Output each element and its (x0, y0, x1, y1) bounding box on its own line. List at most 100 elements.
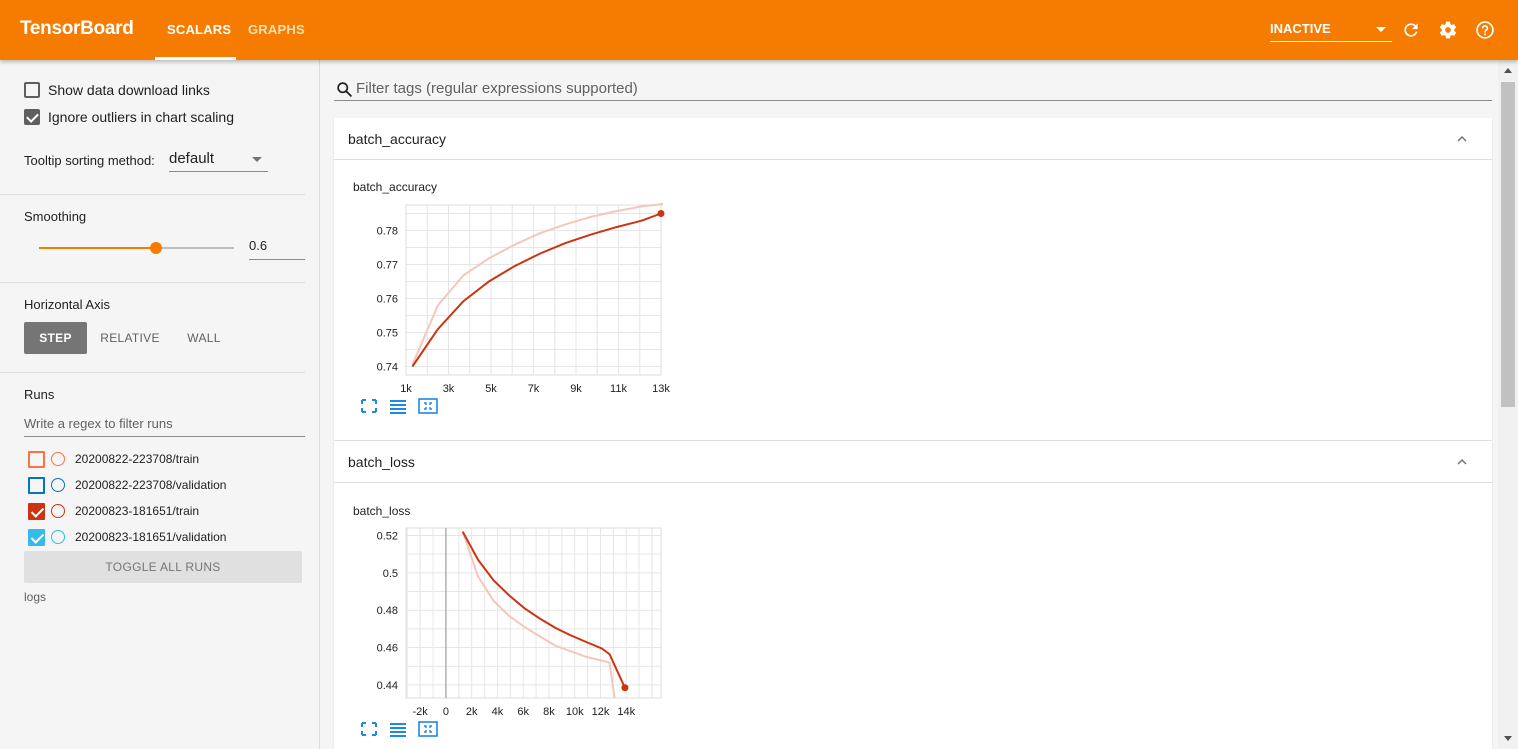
grid (405, 205, 662, 375)
run-checkbox[interactable] (28, 476, 45, 494)
x-tick-label: -2k (413, 706, 429, 718)
plot-border (405, 527, 662, 699)
run-color-swatch (51, 504, 65, 518)
x-tick-label: 10k (566, 706, 584, 718)
show-download-links-checkbox[interactable]: Show data download links (24, 82, 210, 98)
divider (0, 194, 305, 195)
sidebar: Show data download links Ignore outliers… (0, 60, 320, 749)
x-tick-label: 14k (617, 706, 635, 718)
fit-domain-icon[interactable] (418, 398, 438, 414)
x-tick-label: 4k (492, 706, 504, 718)
last-point-marker (621, 684, 629, 692)
axis-wall-button[interactable]: WALL (174, 322, 234, 354)
x-tick-label: 1k (400, 383, 412, 395)
toggle-log-scale-icon[interactable] (388, 398, 408, 414)
main-content: Filter tags (regular expressions support… (320, 60, 1498, 749)
inactive-dashboards-select[interactable]: INACTIVE (1270, 21, 1392, 42)
category-header-batch-loss[interactable]: batch_loss (334, 441, 1492, 483)
tag-filter-input[interactable]: Filter tags (regular expressions support… (334, 78, 1492, 101)
axis-relative-button[interactable]: RELATIVE (92, 322, 168, 354)
chart-title: batch_accuracy (353, 180, 438, 194)
chevron-up-icon[interactable] (1454, 131, 1470, 147)
scroll-up-arrow-icon[interactable] (1504, 68, 1512, 73)
x-tick-label: 3k (443, 383, 455, 395)
run-item[interactable]: 20200822-223708/validation (28, 476, 226, 494)
x-tick-label: 2k (466, 706, 478, 718)
scrollbar-thumb[interactable] (1501, 82, 1515, 407)
active-tab-indicator (155, 57, 236, 60)
series-line-raw (461, 531, 616, 699)
help-icon[interactable] (1475, 20, 1495, 40)
chart-card-batch-accuracy: batch_accuracy 0.74 0.75 0.76 0.77 0.78 1k 3k 5… (334, 160, 1492, 440)
y-tick-label: 0.78 (377, 226, 398, 238)
toggle-all-runs-button[interactable]: TOGGLE ALL RUNS (24, 551, 302, 583)
y-tick-label: 0.52 (377, 530, 398, 542)
run-item[interactable]: 20200823-181651/validation (28, 528, 226, 546)
y-tick-label: 0.76 (377, 294, 398, 306)
run-color-swatch (51, 452, 65, 466)
last-point-marker (657, 210, 665, 217)
chart-title: batch_loss (353, 504, 411, 518)
dropdown-arrow-icon (252, 157, 262, 162)
run-name: 20200823-181651/validation (75, 530, 227, 544)
batch-accuracy-chart[interactable]: 0.74 0.75 0.76 0.77 0.78 1k 3k 5k 7k 9k 11k 13k (354, 200, 674, 400)
run-checkbox[interactable] (28, 502, 45, 520)
y-tick-label: 0.46 (377, 643, 398, 655)
settings-icon[interactable] (1438, 20, 1458, 40)
toggle-log-scale-icon[interactable] (388, 721, 408, 737)
tooltip-sorting-value: default (169, 150, 215, 167)
axis-step-button[interactable]: STEP (24, 322, 87, 354)
tooltip-sorting-select[interactable]: default (169, 150, 268, 172)
category-title: batch_loss (348, 454, 415, 470)
run-item[interactable]: 20200823-181651/train (28, 502, 199, 520)
fit-domain-icon[interactable] (418, 721, 438, 737)
tab-graphs[interactable]: GRAPHS (248, 22, 305, 37)
batch-loss-chart[interactable]: 0.44 0.46 0.48 0.5 0.52 -2k 0 2k 4k 6k 8k 10k 12k 14k (354, 523, 674, 723)
y-tick-label: 0.5 (383, 568, 398, 580)
run-checkbox[interactable] (28, 528, 45, 546)
x-tick-label: 5k (485, 383, 497, 395)
run-color-swatch (51, 530, 65, 544)
tag-filter-placeholder: Filter tags (regular expressions support… (356, 80, 638, 97)
refresh-icon[interactable] (1401, 20, 1421, 40)
y-tick-label: 0.48 (377, 605, 398, 617)
x-tick-label: 12k (592, 706, 610, 718)
category-header-batch-accuracy[interactable]: batch_accuracy (334, 118, 1492, 160)
x-tick-label: 0 (443, 706, 449, 718)
smoothing-slider-fill (39, 247, 156, 249)
chart-card-batch-loss: batch_loss 0.44 0.46 0.48 0.5 0.52 -2k 0 2k 4k 6k… (334, 483, 1492, 749)
horizontal-axis-label: Horizontal Axis (24, 297, 110, 312)
smoothing-slider[interactable] (39, 242, 234, 254)
category-title: batch_accuracy (348, 131, 447, 147)
run-item[interactable]: 20200822-223708/train (28, 450, 199, 468)
x-tick-label: 9k (570, 383, 582, 395)
smoothing-slider-thumb[interactable] (150, 242, 162, 254)
runs-filter-placeholder: Write a regex to filter runs (24, 416, 173, 431)
y-tick-label: 0.74 (377, 362, 398, 374)
show-download-links-label: Show data download links (48, 82, 210, 98)
x-tick-label: 13k (652, 383, 670, 395)
runs-filter-input[interactable]: Write a regex to filter runs (24, 416, 305, 437)
divider (0, 372, 305, 373)
runs-label: Runs (24, 387, 55, 402)
smoothing-value-input[interactable]: 0.6 (249, 238, 305, 260)
scroll-down-arrow-icon[interactable] (1504, 736, 1512, 741)
top-app-bar: TensorBoard SCALARS GRAPHS INACTIVE (0, 0, 1518, 60)
fullscreen-icon[interactable] (359, 398, 379, 414)
y-tick-label: 0.44 (377, 680, 398, 692)
run-name: 20200823-181651/train (75, 504, 200, 518)
checkbox-checked[interactable] (24, 109, 40, 125)
vertical-scrollbar[interactable] (1498, 60, 1518, 749)
checkbox-unchecked[interactable] (24, 82, 40, 98)
x-tick-label: 11k (610, 383, 627, 395)
ignore-outliers-checkbox[interactable]: Ignore outliers in chart scaling (24, 109, 234, 125)
inactive-select-value: INACTIVE (1270, 21, 1331, 36)
chevron-up-icon[interactable] (1454, 454, 1470, 470)
fullscreen-icon[interactable] (359, 721, 379, 737)
app-brand: TensorBoard (20, 18, 134, 39)
x-tick-label: 8k (543, 706, 555, 718)
run-checkbox[interactable] (28, 450, 45, 468)
run-name: 20200822-223708/train (75, 452, 200, 466)
tab-scalars[interactable]: SCALARS (167, 22, 231, 37)
x-tick-label: 6k (517, 706, 529, 718)
